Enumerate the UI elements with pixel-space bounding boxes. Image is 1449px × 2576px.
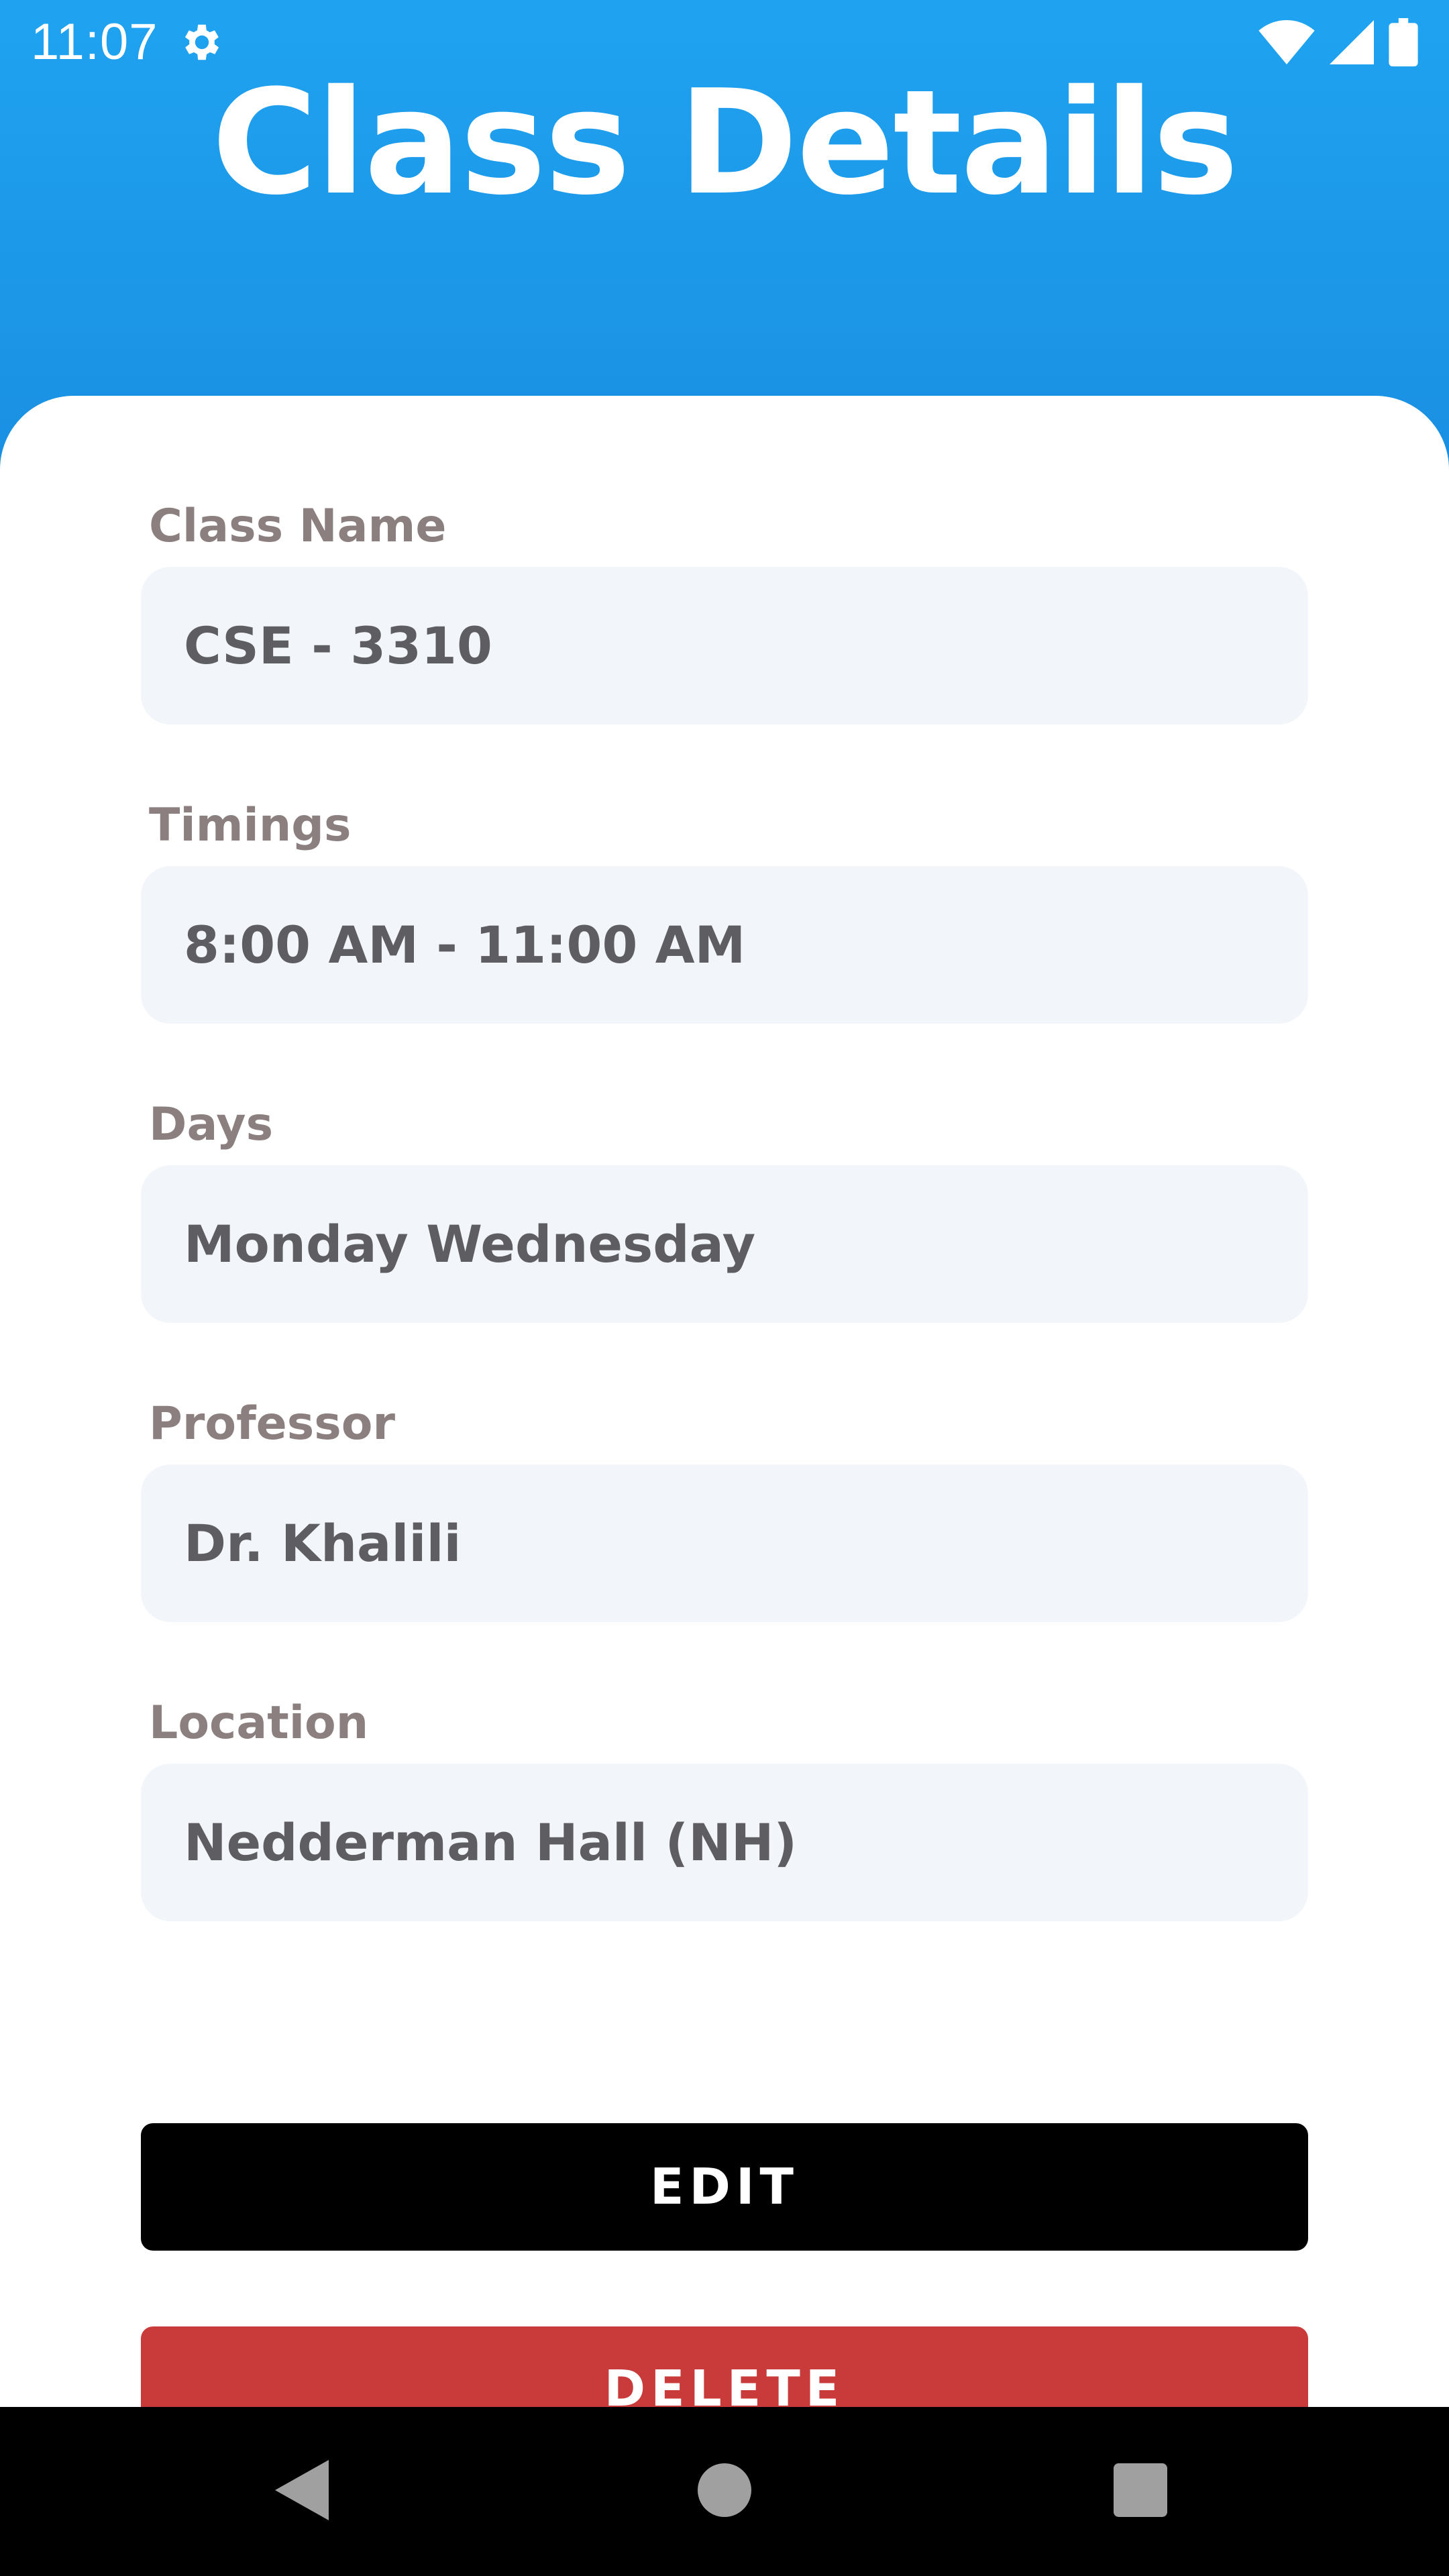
timings-label: Timings [149,799,352,852]
recents-button[interactable] [1107,2407,1174,2576]
class-details-screen: 11:07 Class Details Class Name CSE - 331… [0,0,1449,2576]
class-name-label: Class Name [149,500,447,553]
wifi-icon [1258,19,1315,64]
location-field[interactable]: Nedderman Hall (NH) [141,1764,1308,1921]
back-button[interactable] [268,2407,335,2576]
home-icon [698,2463,751,2520]
timings-value: 8:00 AM - 11:00 AM [184,915,746,975]
back-icon [275,2460,329,2523]
class-name-field[interactable]: CSE - 3310 [141,567,1308,724]
navigation-bar [0,2407,1449,2576]
professor-label: Professor [149,1397,395,1450]
home-button[interactable] [691,2407,758,2576]
page-title: Class Details [211,58,1239,227]
class-name-value: CSE - 3310 [184,616,492,676]
days-label: Days [149,1098,274,1151]
days-field[interactable]: Monday Wednesday [141,1165,1308,1323]
recents-icon [1114,2463,1167,2520]
battery-icon [1389,17,1418,66]
days-value: Monday Wednesday [184,1214,756,1274]
timings-field[interactable]: 8:00 AM - 11:00 AM [141,866,1308,1024]
professor-field[interactable]: Dr. Khalili [141,1464,1308,1622]
location-label: Location [149,1697,369,1750]
professor-value: Dr. Khalili [184,1513,462,1573]
cellular-signal-icon [1330,19,1374,64]
location-value: Nedderman Hall (NH) [184,1813,798,1872]
edit-button[interactable]: EDIT [141,2123,1308,2251]
status-time: 11:07 [31,13,158,70]
